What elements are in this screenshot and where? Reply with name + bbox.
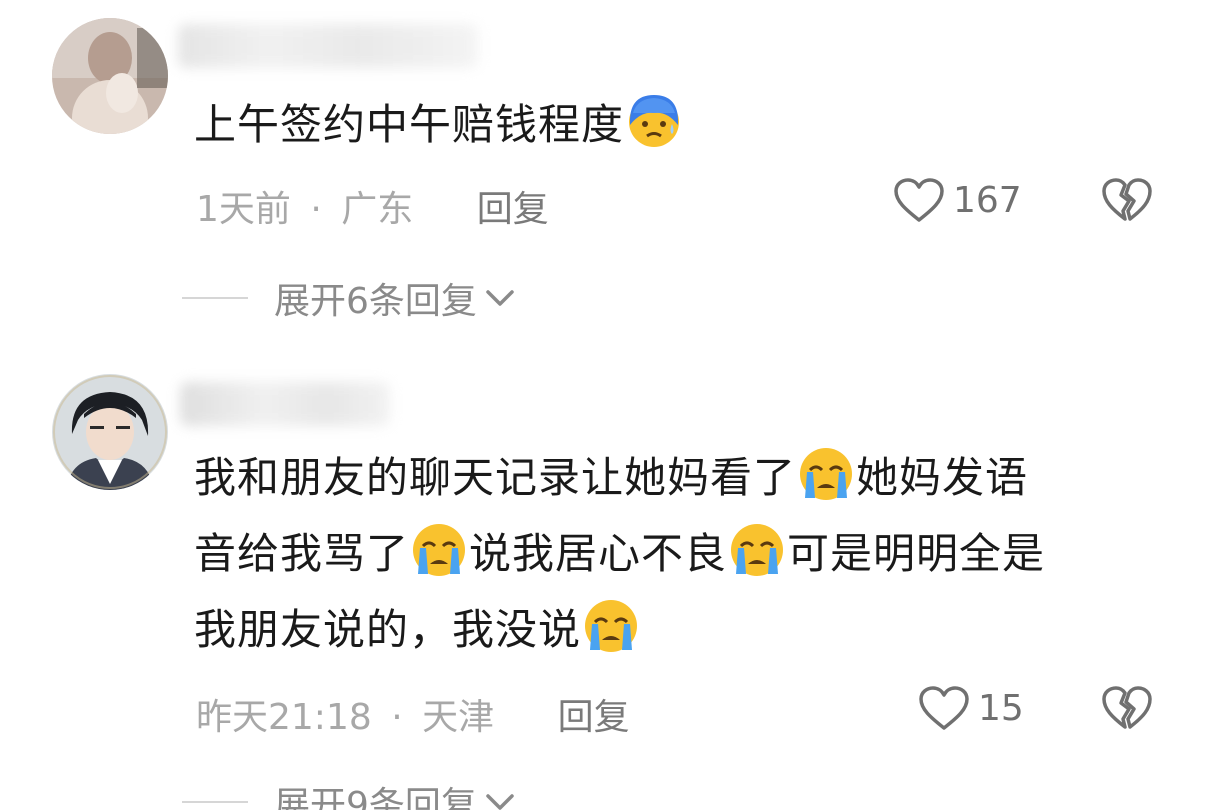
crying-face-emoji — [797, 444, 855, 502]
comment-location: 广东 — [341, 189, 414, 230]
comment-time: 昨天21:18 — [196, 697, 372, 738]
heart-icon — [894, 178, 944, 222]
username-blurred[interactable] — [180, 382, 390, 426]
divider — [182, 801, 248, 803]
comment-text-part: 音给我骂了 — [194, 529, 410, 578]
avatar[interactable] — [52, 18, 168, 134]
like-button[interactable]: 167 — [893, 177, 1022, 223]
reply-button[interactable]: 回复 — [477, 189, 549, 230]
meta-separator: · — [310, 189, 322, 230]
comment-list: 上午签约中午赔钱程度 1天前 · 广东 回复 167 展开6条回复 我和朋友的聊… — [0, 0, 1216, 810]
meta-separator: · — [391, 697, 403, 738]
comment-meta: 1天前 · 广东 回复 — [196, 180, 549, 232]
comment-text-part: 可是明明全是 — [787, 529, 1046, 578]
comment-text-part: 我朋友说的，我没说 — [194, 605, 582, 654]
crying-face-emoji — [582, 596, 640, 654]
expand-replies-button[interactable]: 展开9条回复 — [182, 776, 515, 810]
comment-text-part: 我和朋友的聊天记录让她妈看了 — [194, 453, 797, 502]
chevron-down-icon — [486, 794, 514, 810]
comment-text-part: 说我居心不良 — [469, 529, 728, 578]
like-count: 167 — [953, 179, 1022, 221]
expand-replies-button[interactable]: 展开6条回复 — [182, 272, 515, 324]
dislike-button[interactable] — [1101, 685, 1153, 735]
cold-sweat-face-emoji — [625, 91, 683, 149]
expand-replies-label: 展开9条回复 — [274, 785, 477, 810]
like-count: 15 — [978, 687, 1024, 729]
comment-meta: 昨天21:18 · 天津 回复 — [196, 688, 630, 740]
broken-heart-icon — [1102, 686, 1152, 729]
comment-text-line-2: 音给我骂了 说我居心不良 可是明明全是 — [194, 513, 1045, 595]
username-blurred[interactable] — [178, 24, 478, 68]
expand-replies-label: 展开6条回复 — [274, 281, 477, 322]
comment-text-line-3: 我朋友说的，我没说 — [194, 589, 641, 671]
chevron-down-icon — [486, 290, 514, 306]
avatar[interactable] — [52, 374, 168, 490]
broken-heart-icon — [1102, 178, 1152, 221]
comment-text-part: 上午签约中午赔钱程度 — [194, 100, 625, 149]
comment-text-line-1: 我和朋友的聊天记录让她妈看了 她妈发语 — [194, 437, 1028, 519]
heart-icon — [919, 686, 969, 730]
comment-location: 天津 — [422, 697, 495, 738]
dislike-button[interactable] — [1101, 177, 1153, 227]
comment-text-part: 她妈发语 — [856, 453, 1029, 502]
crying-face-emoji — [410, 520, 468, 578]
comment-text: 上午签约中午赔钱程度 — [194, 84, 684, 166]
reply-button[interactable]: 回复 — [558, 697, 630, 738]
crying-face-emoji — [728, 520, 786, 578]
comment-time: 1天前 — [196, 189, 291, 230]
divider — [182, 297, 248, 299]
like-button[interactable]: 15 — [918, 685, 1024, 731]
